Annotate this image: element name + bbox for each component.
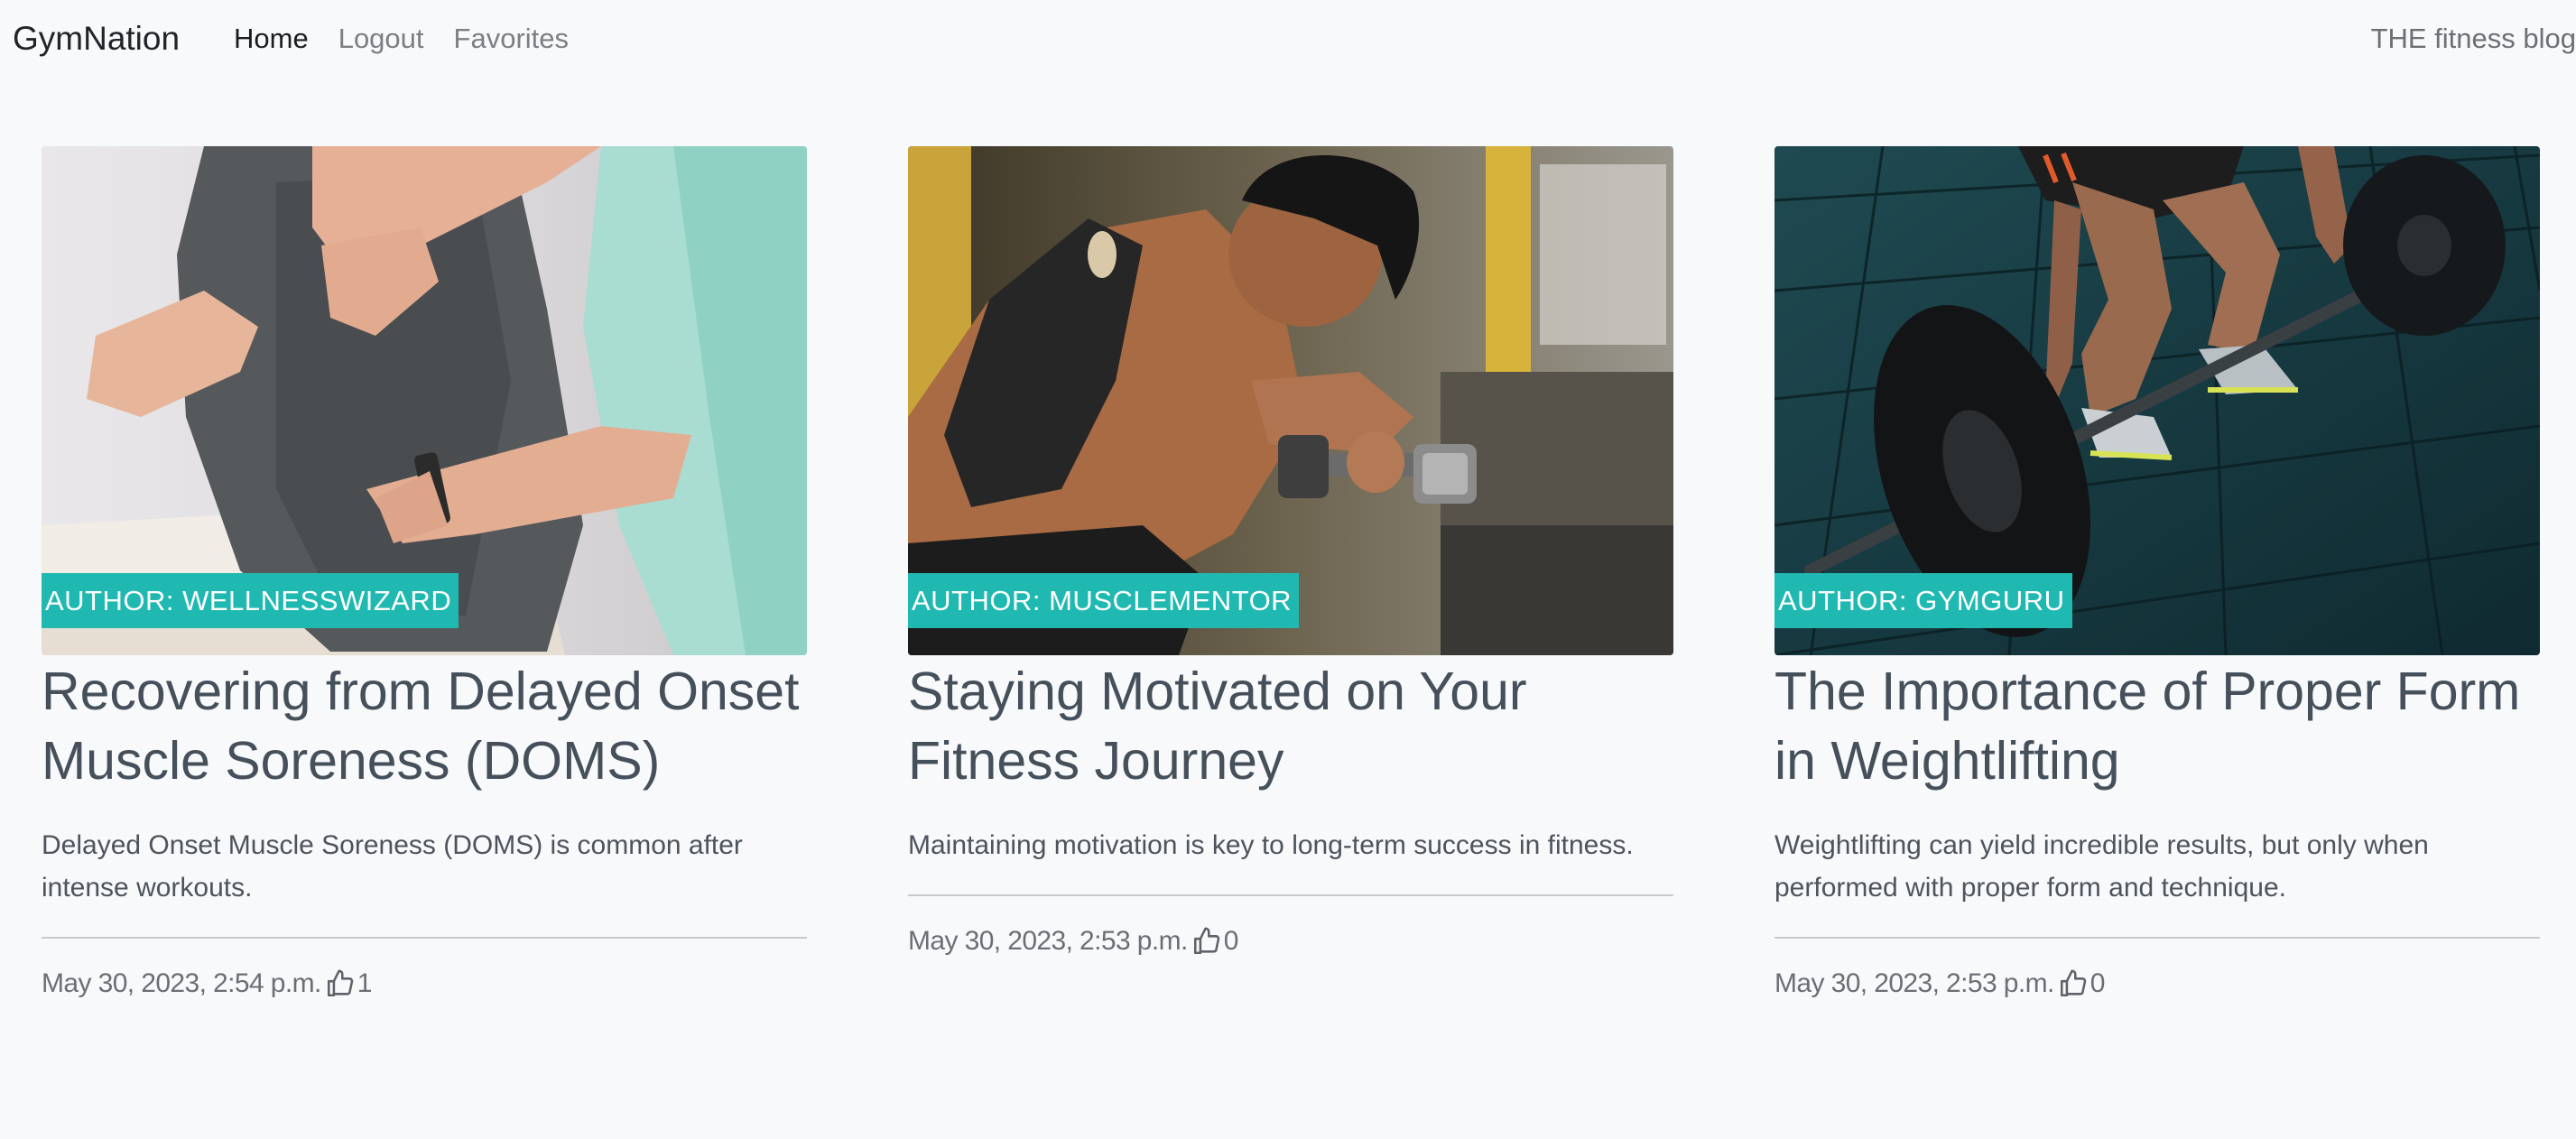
post-title[interactable]: Staying Motivated on Your Fitness Journe… <box>908 657 1673 796</box>
nav-link-home[interactable]: Home <box>234 19 309 59</box>
nav-link-logout[interactable]: Logout <box>338 19 424 59</box>
post-title[interactable]: The Importance of Proper Form in Weightl… <box>1774 657 2540 796</box>
author-badge[interactable]: AUTHOR: GYMGURU <box>1774 573 2072 628</box>
card-divider <box>42 937 807 939</box>
post-card[interactable]: AUTHOR: WELLNESSWIZARD Recovering from D… <box>42 146 807 1002</box>
like-count: 0 <box>1223 926 1239 956</box>
site-tagline: THE fitness blog <box>2370 23 2576 54</box>
post-meta: May 30, 2023, 2:54 p.m. 1 <box>42 966 807 1002</box>
post-excerpt: Weightlifting can yield incredible resul… <box>1774 830 2429 903</box>
post-date: May 30, 2023, 2:54 p.m. <box>42 968 321 998</box>
like-count: 0 <box>2090 968 2106 998</box>
post-meta: May 30, 2023, 2:53 p.m. 0 <box>1774 966 2540 1002</box>
post-date: May 30, 2023, 2:53 p.m. <box>1774 968 2054 998</box>
post-image[interactable]: AUTHOR: MUSCLEMENTOR <box>908 146 1673 655</box>
post-date: May 30, 2023, 2:53 p.m. <box>908 926 1188 956</box>
brand-logo[interactable]: GymNation <box>13 17 180 60</box>
nav-link-favorites[interactable]: Favorites <box>454 19 569 59</box>
like-count: 1 <box>357 968 373 998</box>
thumbs-up-icon[interactable] <box>325 968 356 999</box>
post-excerpt: Delayed Onset Muscle Soreness (DOMS) is … <box>42 830 743 903</box>
post-card[interactable]: AUTHOR: GYMGURU The Importance of Proper… <box>1774 146 2540 1002</box>
thumbs-up-icon[interactable] <box>1191 926 1222 957</box>
post-meta: May 30, 2023, 2:53 p.m. 0 <box>908 923 1673 959</box>
nav-links: Home Logout Favorites <box>234 19 598 59</box>
thumbs-up-icon[interactable] <box>2058 968 2089 999</box>
card-divider <box>1774 937 2540 939</box>
post-excerpt: Maintaining motivation is key to long-te… <box>908 830 1634 860</box>
author-badge[interactable]: AUTHOR: WELLNESSWIZARD <box>42 573 459 628</box>
navbar: GymNation Home Logout Favorites THE fitn… <box>0 0 2576 78</box>
post-image[interactable]: AUTHOR: WELLNESSWIZARD <box>42 146 807 655</box>
post-image[interactable]: AUTHOR: GYMGURU <box>1774 146 2540 655</box>
post-title[interactable]: Recovering from Delayed Onset Muscle Sor… <box>42 657 807 796</box>
author-badge[interactable]: AUTHOR: MUSCLEMENTOR <box>908 573 1300 628</box>
card-divider <box>908 894 1673 896</box>
post-card[interactable]: AUTHOR: MUSCLEMENTOR Staying Motivated o… <box>908 146 1673 959</box>
